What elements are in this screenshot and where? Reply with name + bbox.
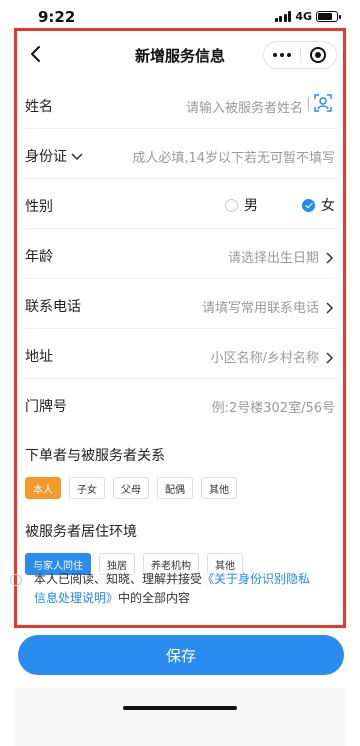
address-row[interactable]: 地址 小区名称/乡村名称 bbox=[23, 329, 337, 379]
input-divider bbox=[308, 97, 309, 111]
address-label: 地址 bbox=[25, 349, 53, 365]
phone-row[interactable]: 联系电话 请填写常用联系电话 bbox=[23, 279, 337, 329]
gender-options: 男 女 bbox=[225, 195, 335, 215]
gender-label: 性别 bbox=[25, 199, 53, 215]
relation-chip[interactable]: 配偶 bbox=[157, 477, 193, 499]
chevron-down-icon[interactable] bbox=[71, 149, 83, 165]
id-card-input[interactable]: 成人必填,14岁以下若无可暂不填写 bbox=[132, 147, 335, 166]
nav-bar: 新增服务信息 bbox=[17, 31, 343, 79]
id-card-label[interactable]: 身份证 bbox=[25, 146, 83, 166]
chevron-right-icon bbox=[325, 299, 335, 314]
gender-row: 性别 男 女 bbox=[23, 179, 337, 229]
relation-options: 本人 子女 父母 配偶 其他 bbox=[25, 477, 335, 499]
male-radio[interactable] bbox=[225, 198, 238, 212]
name-label: 姓名 bbox=[25, 99, 53, 115]
save-button[interactable]: 保存 bbox=[18, 635, 344, 675]
phone-input[interactable]: 请填写常用联系电话 bbox=[202, 297, 319, 316]
female-radio[interactable] bbox=[302, 198, 315, 212]
signal-icon bbox=[274, 11, 292, 22]
network-type: 4G bbox=[295, 10, 312, 23]
relation-chip[interactable]: 父母 bbox=[113, 477, 149, 499]
chevron-right-icon bbox=[325, 349, 335, 364]
status-time: 9:22 bbox=[38, 8, 76, 26]
battery-icon bbox=[316, 11, 341, 22]
name-input[interactable]: 请输入被服务者姓名 bbox=[186, 97, 303, 116]
age-row[interactable]: 年龄 请选择出生日期 bbox=[23, 229, 337, 279]
address-picker[interactable]: 小区名称/乡村名称 bbox=[211, 347, 319, 366]
relation-chip[interactable]: 其他 bbox=[201, 477, 237, 499]
id-card-label-text: 身份证 bbox=[25, 149, 67, 165]
agreement-radio[interactable] bbox=[10, 574, 22, 586]
relation-chip[interactable]: 本人 bbox=[25, 477, 61, 499]
more-icon[interactable] bbox=[264, 53, 300, 57]
door-number-input[interactable]: 例:2号楼302室/56号 bbox=[212, 397, 335, 416]
gender-male-option[interactable]: 男 bbox=[225, 195, 258, 215]
status-icons: 4G bbox=[274, 10, 341, 23]
relation-chip[interactable]: 子女 bbox=[69, 477, 105, 499]
agreement-text-end: 中的全部内容 bbox=[118, 591, 191, 605]
contact-person-icon[interactable] bbox=[313, 93, 333, 113]
agreement-text: 本人已阅读、知晓、理解并接受 bbox=[34, 572, 203, 586]
door-number-label: 门牌号 bbox=[25, 399, 67, 415]
id-card-row[interactable]: 身份证 成人必填,14岁以下若无可暂不填写 bbox=[23, 129, 337, 179]
age-label: 年龄 bbox=[25, 249, 53, 265]
form-highlight-frame: 新增服务信息 姓名 请输入被服务者姓名 身份证 成人必填,14岁以下若无可暂不填… bbox=[14, 28, 346, 628]
agreement: 本人已阅读、知晓、理解并接受《关于身份识别隐私信息处理说明》中的全部内容 bbox=[10, 570, 316, 608]
miniprogram-capsule bbox=[263, 41, 337, 69]
home-indicator[interactable] bbox=[123, 706, 237, 710]
gender-female-option[interactable]: 女 bbox=[302, 195, 335, 215]
relation-title: 下单者与被服务者关系 bbox=[25, 448, 165, 464]
phone-label: 联系电话 bbox=[25, 299, 81, 315]
male-label: 男 bbox=[244, 198, 258, 214]
birthdate-picker[interactable]: 请选择出生日期 bbox=[228, 247, 319, 266]
name-row[interactable]: 姓名 请输入被服务者姓名 bbox=[23, 79, 337, 129]
chevron-right-icon bbox=[325, 249, 335, 264]
close-mini-icon[interactable] bbox=[300, 46, 336, 64]
door-number-row[interactable]: 门牌号 例:2号楼302室/56号 bbox=[23, 379, 337, 429]
bottom-safe-area bbox=[14, 688, 346, 746]
living-title: 被服务者居住环境 bbox=[25, 524, 137, 540]
female-label: 女 bbox=[321, 198, 335, 214]
